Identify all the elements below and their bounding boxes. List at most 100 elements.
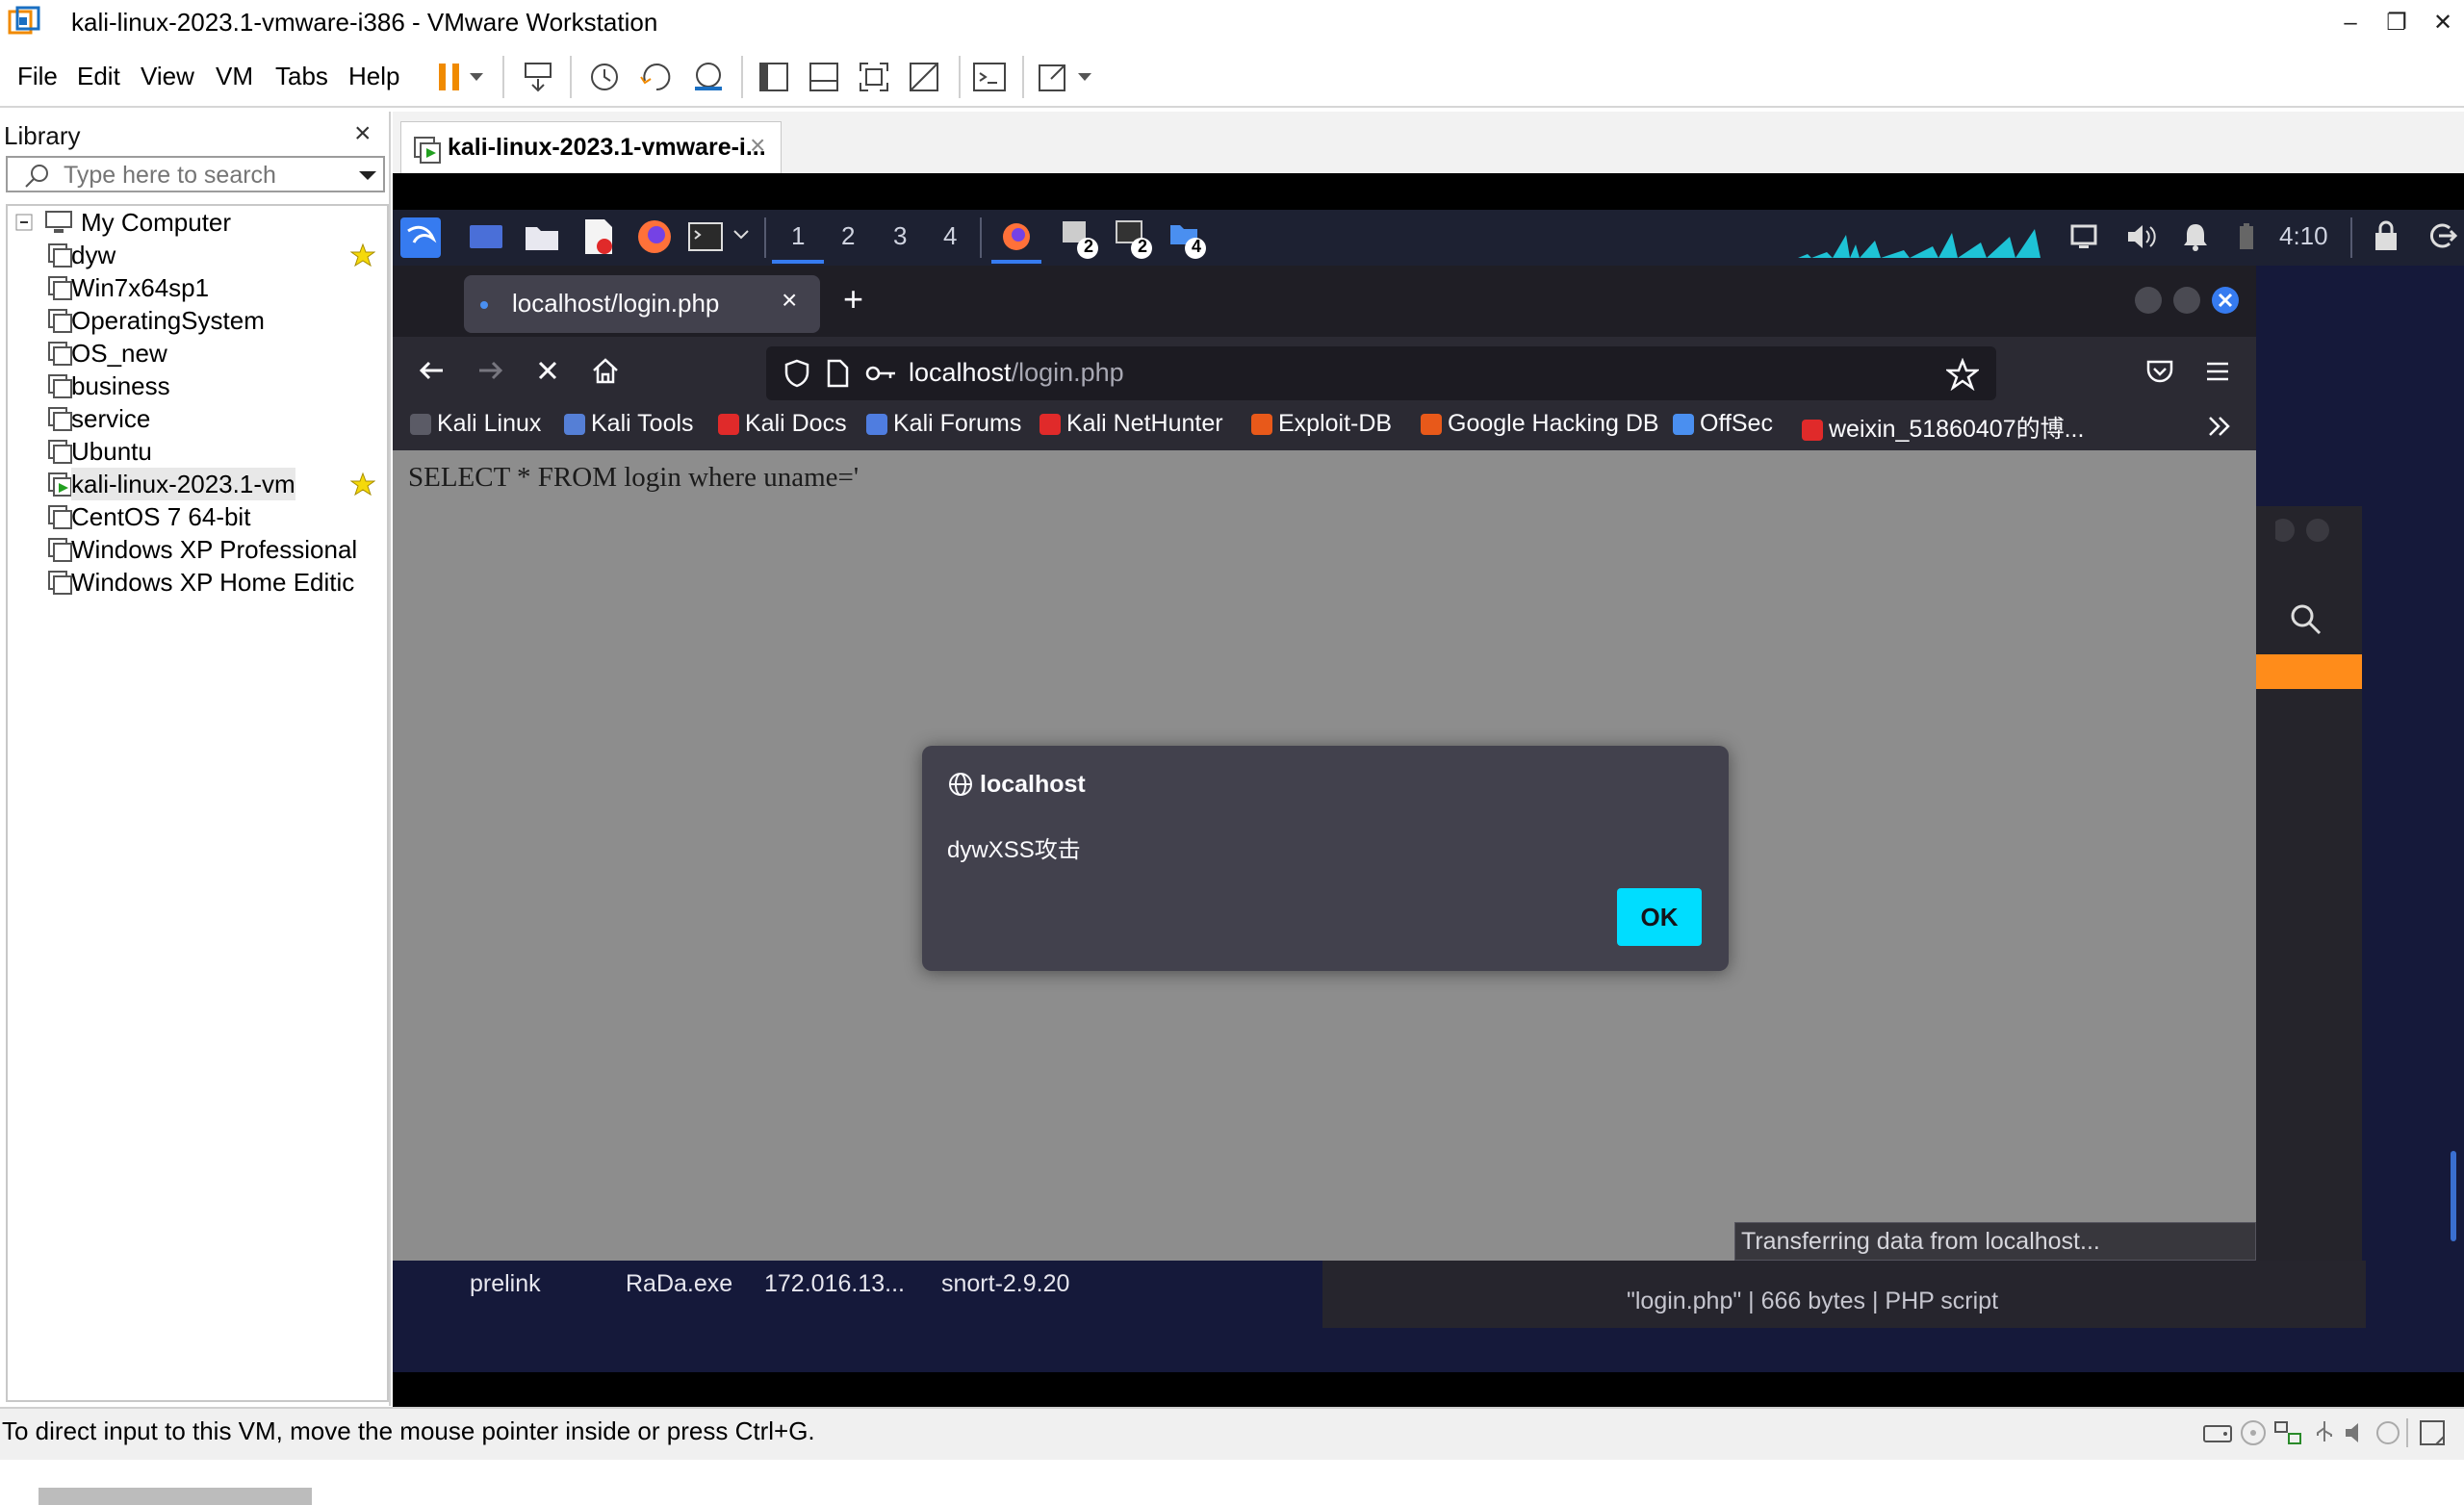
- menu-vm[interactable]: VM: [216, 62, 253, 91]
- search-icon[interactable]: [2289, 602, 2323, 637]
- logout-icon[interactable]: [2426, 219, 2458, 252]
- restore-button[interactable]: ❐: [2377, 4, 2416, 42]
- sound-card-icon[interactable]: [2343, 1418, 2372, 1447]
- tree-root-my-computer[interactable]: My Computer: [8, 206, 387, 239]
- favorite-star-icon[interactable]: [350, 472, 375, 497]
- vm-list-item[interactable]: kali-linux-2023.1-vm: [8, 468, 387, 500]
- stretch-dropdown-icon[interactable]: [1074, 56, 1095, 98]
- usb-icon[interactable]: [2310, 1418, 2339, 1447]
- revert-snapshot-icon[interactable]: [635, 56, 678, 98]
- stop-icon[interactable]: [531, 354, 564, 387]
- panel-clock[interactable]: 4:10: [2279, 221, 2328, 251]
- printer-icon[interactable]: [2374, 1418, 2402, 1447]
- menu-edit[interactable]: Edit: [77, 62, 120, 91]
- snapshot-icon[interactable]: [583, 56, 626, 98]
- window-button-icon[interactable]: [2275, 516, 2352, 545]
- vm-list-item[interactable]: Win7x64sp1: [8, 271, 387, 304]
- page-info-icon[interactable]: [824, 358, 851, 389]
- vm-list-item[interactable]: OperatingSystem: [8, 304, 387, 337]
- vm-list-item[interactable]: OS_new: [8, 337, 387, 370]
- vm-list-item[interactable]: Ubuntu: [8, 435, 387, 468]
- unity-icon[interactable]: [903, 56, 945, 98]
- console-icon[interactable]: [968, 56, 1011, 98]
- window-maximize-icon[interactable]: [2171, 285, 2202, 316]
- volume-icon[interactable]: [2125, 221, 2158, 252]
- network-adapter-icon[interactable]: [2273, 1418, 2304, 1447]
- library-scrollbar[interactable]: [38, 1488, 312, 1505]
- snapshot-manager-icon[interactable]: [687, 56, 730, 98]
- hard-disk-icon[interactable]: [2202, 1418, 2233, 1447]
- stretch-icon[interactable]: [1032, 56, 1074, 98]
- show-desktop-icon[interactable]: [468, 219, 504, 254]
- menu-file[interactable]: File: [17, 62, 58, 91]
- vm-list-item[interactable]: Windows XP Home Editic: [8, 566, 387, 599]
- bookmark-item[interactable]: OffSec: [1673, 410, 1773, 438]
- vm-tab[interactable]: kali-linux-2023.1-vmware-i... ×: [400, 121, 782, 173]
- text-editor-icon[interactable]: [581, 217, 616, 256]
- collapse-icon[interactable]: [15, 214, 33, 231]
- home-icon[interactable]: [589, 354, 622, 387]
- file-manager-icon[interactable]: [524, 219, 560, 254]
- search-dropdown-icon[interactable]: [356, 164, 379, 187]
- more-bookmarks-icon[interactable]: [2204, 412, 2233, 441]
- firefox-tab[interactable]: localhost/login.php ×: [464, 275, 820, 333]
- terminal-icon[interactable]: [687, 219, 726, 254]
- forward-icon[interactable]: [474, 354, 506, 387]
- close-button[interactable]: ✕: [2424, 4, 2462, 42]
- workspace-4[interactable]: 4: [943, 221, 957, 251]
- firefox-window-icon[interactable]: [999, 219, 1034, 254]
- send-ctrl-alt-del-icon[interactable]: [518, 56, 560, 98]
- library-view-icon[interactable]: [753, 56, 795, 98]
- alert-ok-button[interactable]: OK: [1617, 888, 1702, 946]
- bookmark-item[interactable]: Kali NetHunter: [1040, 410, 1223, 438]
- bookmark-item[interactable]: Kali Docs: [718, 410, 847, 438]
- menu-help[interactable]: Help: [348, 62, 399, 91]
- vm-list-item[interactable]: Windows XP Professional: [8, 533, 387, 566]
- vm-list-item[interactable]: CentOS 7 64-bit: [8, 500, 387, 533]
- vm-list-item[interactable]: business: [8, 370, 387, 402]
- launcher-dropdown-icon[interactable]: [732, 223, 751, 246]
- window-close-icon[interactable]: [2210, 285, 2241, 316]
- firefox-tab-close-button[interactable]: ×: [782, 285, 797, 316]
- cd-rom-icon[interactable]: [2239, 1418, 2268, 1447]
- desktop-icon-prelink[interactable]: prelink: [470, 1270, 541, 1298]
- lock-icon[interactable]: [2372, 219, 2400, 252]
- minimize-button[interactable]: –: [2331, 4, 2370, 42]
- workspace-3[interactable]: 3: [893, 221, 907, 251]
- bookmark-star-icon[interactable]: [1946, 358, 1979, 391]
- favorite-star-icon[interactable]: [350, 242, 375, 268]
- bookmark-item[interactable]: Kali Linux: [410, 410, 541, 438]
- kali-menu-icon[interactable]: [400, 217, 441, 258]
- tracking-protection-shield-icon[interactable]: [782, 358, 812, 389]
- pocket-icon[interactable]: [2144, 356, 2175, 387]
- desktop-icon-ip[interactable]: 172.016.13...: [764, 1270, 905, 1298]
- vm-list-item[interactable]: dyw: [8, 239, 387, 271]
- library-search-input[interactable]: [64, 162, 352, 189]
- full-screen-icon[interactable]: [853, 56, 895, 98]
- workspace-1[interactable]: 1: [791, 221, 805, 251]
- bookmark-item[interactable]: Kali Forums: [866, 410, 1021, 438]
- vm-list-item[interactable]: service: [8, 402, 387, 435]
- url-text[interactable]: localhost/login.php: [909, 358, 1124, 388]
- back-icon[interactable]: [416, 354, 449, 387]
- vm-scrollbar[interactable]: [2451, 1151, 2456, 1241]
- library-search-box[interactable]: [6, 156, 385, 192]
- window-minimize-icon[interactable]: [2133, 285, 2164, 316]
- app-menu-icon[interactable]: [2202, 356, 2233, 387]
- notification-bell-icon[interactable]: [2181, 221, 2210, 252]
- firefox-launcher-icon[interactable]: [635, 217, 674, 256]
- workspace-2[interactable]: 2: [841, 221, 855, 251]
- library-close-button[interactable]: ×: [354, 117, 372, 150]
- thumbnail-view-icon[interactable]: [803, 56, 845, 98]
- desktop-icon-snort[interactable]: snort-2.9.20: [941, 1270, 1069, 1298]
- bookmark-item[interactable]: weixin_51860407的博...: [1802, 410, 2084, 445]
- bookmark-item[interactable]: Google Hacking DB: [1421, 410, 1659, 438]
- bookmark-item[interactable]: Exploit-DB: [1251, 410, 1392, 438]
- display-icon[interactable]: [2069, 221, 2098, 252]
- dropdown-icon[interactable]: [466, 56, 487, 98]
- bookmark-item[interactable]: Kali Tools: [564, 410, 694, 438]
- menu-tabs[interactable]: Tabs: [275, 62, 328, 91]
- url-bar[interactable]: localhost/login.php: [766, 346, 1996, 400]
- message-log-icon[interactable]: [2418, 1418, 2449, 1447]
- vm-tab-close-button[interactable]: ×: [750, 130, 765, 161]
